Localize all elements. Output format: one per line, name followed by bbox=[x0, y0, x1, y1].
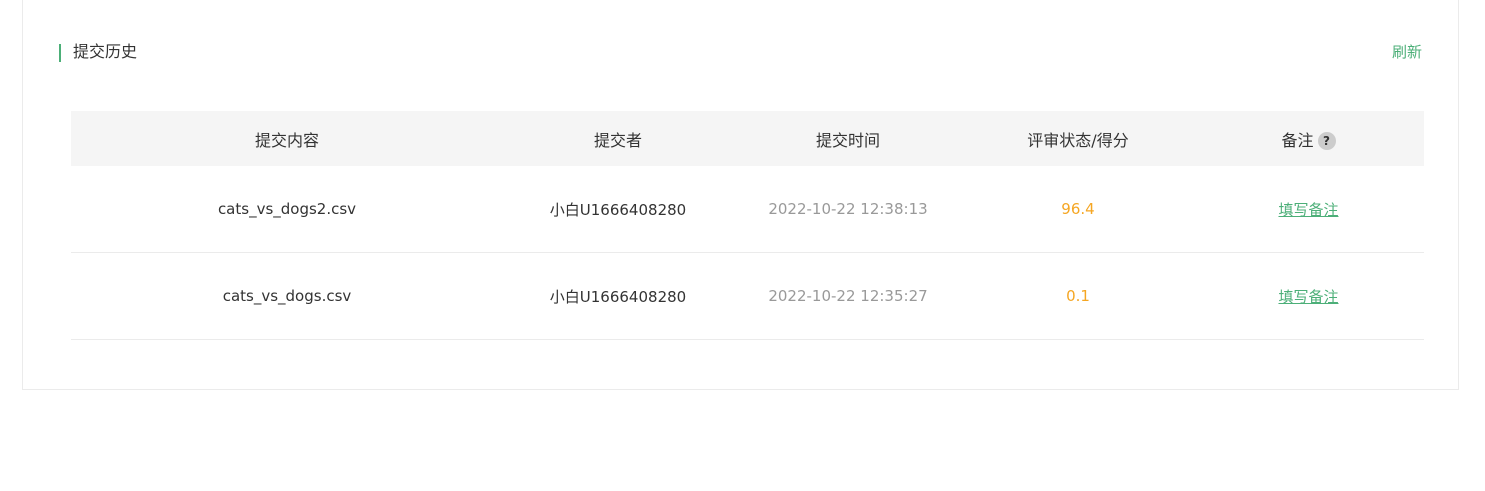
submission-table: 提交内容 提交者 提交时间 评审状态/得分 备注? cats_vs_dogs2.… bbox=[71, 111, 1424, 340]
row-content: cats_vs_dogs.csv bbox=[222, 287, 352, 305]
header-note: 备注? bbox=[1193, 127, 1424, 151]
section-title: 提交历史 bbox=[73, 42, 138, 61]
row-submitter: 小白U1666408280 bbox=[549, 287, 687, 306]
section-header: 提交历史 刷新 bbox=[59, 43, 1422, 63]
row-note-cell: 填写备注 bbox=[1193, 286, 1424, 307]
row-time: 2022-10-22 12:38:13 bbox=[768, 200, 928, 218]
fill-note-link[interactable]: 填写备注 bbox=[1278, 288, 1338, 306]
table-header: 提交内容 提交者 提交时间 评审状态/得分 备注? bbox=[71, 111, 1424, 166]
title-accent-bar bbox=[59, 44, 61, 62]
header-submitter: 提交者 bbox=[593, 130, 642, 150]
row-score: 0.1 bbox=[1066, 287, 1090, 305]
header-note-label: 备注 bbox=[1281, 130, 1314, 150]
row-time: 2022-10-22 12:35:27 bbox=[768, 287, 928, 305]
row-submitter: 小白U1666408280 bbox=[549, 200, 687, 219]
refresh-link[interactable]: 刷新 bbox=[1392, 43, 1422, 61]
header-content: 提交内容 bbox=[254, 130, 319, 150]
row-content: cats_vs_dogs2.csv bbox=[217, 200, 357, 218]
row-score: 96.4 bbox=[1061, 200, 1095, 218]
table-row: cats_vs_dogs2.csv 小白U1666408280 2022-10-… bbox=[71, 166, 1424, 253]
table-row: cats_vs_dogs.csv 小白U1666408280 2022-10-2… bbox=[71, 253, 1424, 340]
fill-note-link[interactable]: 填写备注 bbox=[1278, 201, 1338, 219]
submission-history-panel: 提交历史 刷新 提交内容 提交者 提交时间 评审状态/得分 备注? cats_v… bbox=[22, 0, 1459, 390]
header-time: 提交时间 bbox=[815, 130, 880, 150]
header-status: 评审状态/得分 bbox=[1027, 130, 1129, 150]
row-note-cell: 填写备注 bbox=[1193, 199, 1424, 220]
help-icon[interactable]: ? bbox=[1317, 132, 1336, 150]
